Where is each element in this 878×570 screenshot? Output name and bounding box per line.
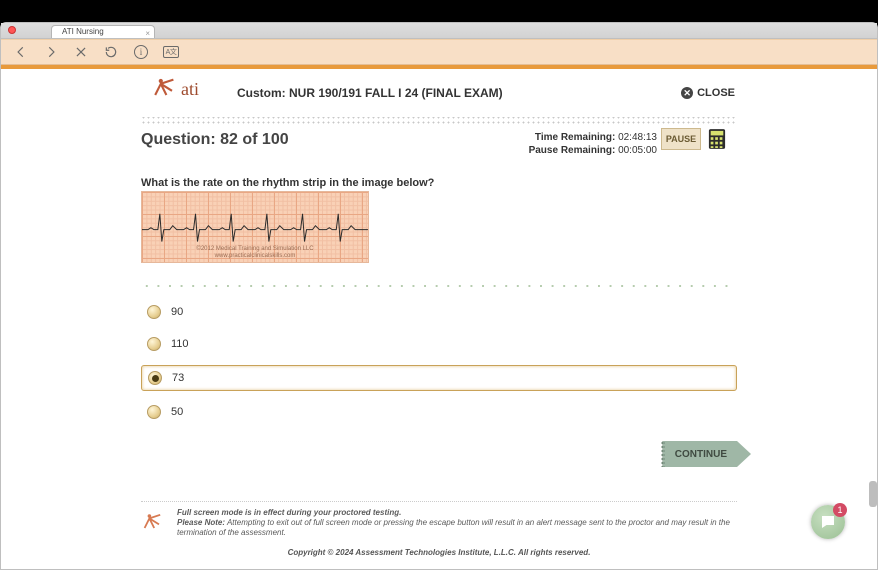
calculator-icon [708,128,726,150]
close-button[interactable]: ✕ CLOSE [681,87,735,99]
ecg-caption: ©2012 Medical Training and Simulation LL… [142,246,368,260]
continue-label: CONTINUE [675,449,727,460]
radio-icon [148,371,162,385]
proctor-footer: Full screen mode is in effect during you… [141,501,737,538]
page-content: ati Custom: NUR 190/191 FALL I 24 (FINAL… [1,69,877,569]
divider-dots [141,117,737,125]
radio-icon [147,405,161,419]
time-remaining-value: 02:48:13 [618,132,657,143]
answer-option-2[interactable]: 73 [141,365,737,391]
answers-list: 90 110 73 50 [141,301,737,423]
ati-logo-mark [151,74,179,102]
stop-icon[interactable] [73,44,89,60]
radio-icon [147,305,161,319]
back-icon[interactable] [13,44,29,60]
translate-icon[interactable]: A文 [163,44,179,60]
question-bar: Question: 82 of 100 Time Remaining: 02:4… [1,125,877,149]
question-body: What is the rate on the rhythm strip in … [1,149,877,467]
q-label-prefix: Question: [141,131,216,148]
ecg-caption-2: www.practicalclinicalskills.com [142,253,368,260]
footer-line1: Full screen mode is in effect during you… [177,508,401,517]
pause-remaining-label: Pause Remaining: [529,145,616,156]
pause-remaining-value: 00:05:00 [618,145,657,156]
ecg-caption-1: ©2012 Medical Training and Simulation LL… [142,246,368,253]
chat-badge: 1 [833,503,847,517]
reload-icon[interactable] [103,44,119,60]
mac-close-dot[interactable] [8,26,16,34]
copyright: Copyright © 2024 Assessment Technologies… [1,548,877,557]
exam-title: Custom: NUR 190/191 FALL I 24 (FINAL EXA… [237,86,503,100]
calculator-button[interactable] [707,128,727,150]
pause-button[interactable]: PAUSE [661,128,701,150]
ati-logo-text: ati [181,79,199,100]
chevron-right-icon [737,441,751,467]
answer-option-0[interactable]: 90 [141,301,737,323]
question-text: What is the rate on the rhythm strip in … [141,177,737,189]
footer-line2: Attempting to exit out of full screen mo… [177,518,730,537]
answer-option-1[interactable]: 110 [141,333,737,355]
chat-icon [819,513,837,531]
question-counter: Question: 82 of 100 [141,131,289,149]
info-icon[interactable]: i [133,44,149,60]
proctor-text: Full screen mode is in effect during you… [177,508,737,538]
chat-button[interactable]: 1 [811,505,845,539]
answer-label: 50 [171,406,183,418]
tab-bar: ATI Nursing × [1,23,877,39]
tab-title: ATI Nursing [62,27,104,36]
rhythm-strip-image: ©2012 Medical Training and Simulation LL… [141,191,369,263]
time-remaining-label: Time Remaining: [535,132,615,143]
scrollbar-thumb[interactable] [869,481,877,507]
answer-label: 73 [172,372,184,384]
radio-icon [147,337,161,351]
browser-window: ATI Nursing × i A文 [0,22,878,570]
forward-icon[interactable] [43,44,59,60]
browser-toolbar: i A文 [1,39,877,65]
proctor-icon [141,510,165,534]
continue-button[interactable]: CONTINUE [663,441,737,467]
answer-label: 110 [171,338,189,350]
answer-option-3[interactable]: 50 [141,401,737,423]
exam-header: ati Custom: NUR 190/191 FALL I 24 (FINAL… [1,69,877,117]
tab-close-icon[interactable]: × [145,28,150,40]
close-icon: ✕ [681,87,693,99]
close-label: CLOSE [697,87,735,99]
section-divider-dots [141,283,737,289]
timers: Time Remaining: 02:48:13 Pause Remaining… [529,131,657,157]
browser-tab[interactable]: ATI Nursing × [51,25,155,38]
ati-logo: ati [151,74,199,102]
q-count: 82 of 100 [220,131,288,148]
answer-label: 90 [171,306,183,318]
